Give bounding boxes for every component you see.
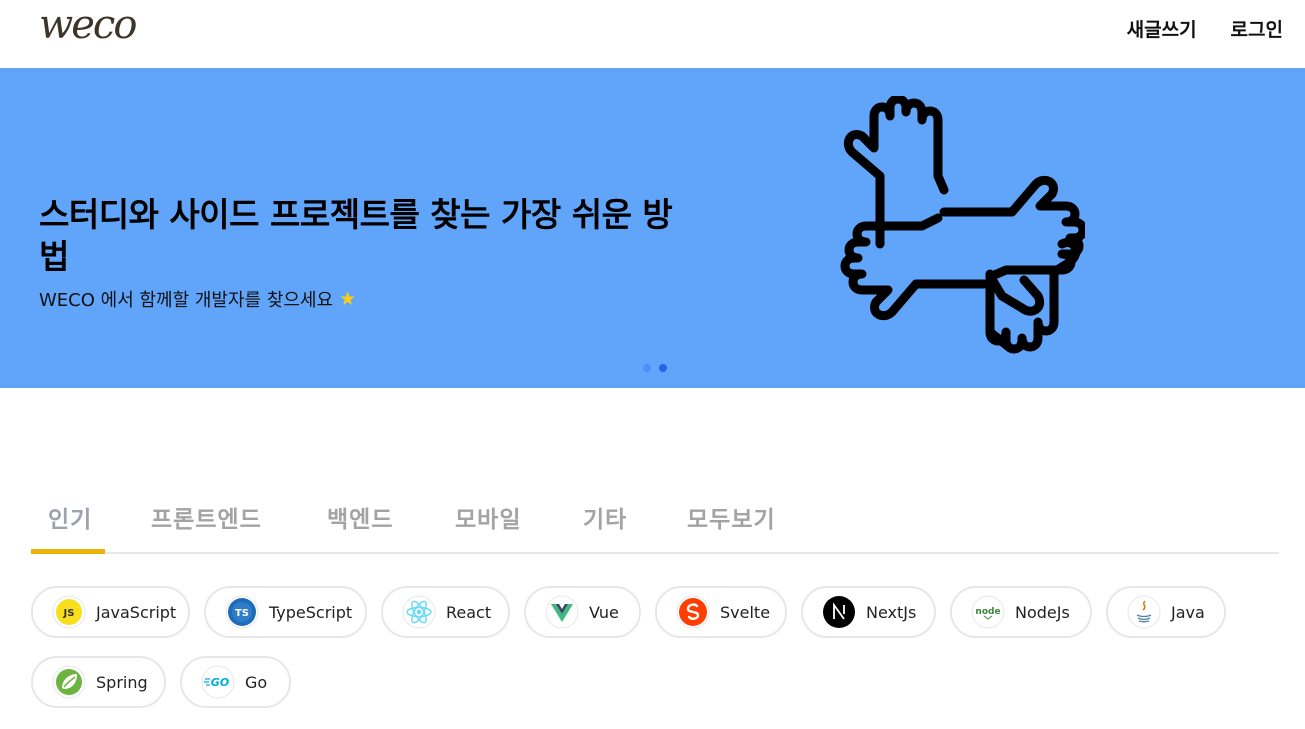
nodejs-icon: node bbox=[971, 595, 1005, 629]
active-tab-underline bbox=[31, 549, 105, 554]
stack-chip-java[interactable]: Java bbox=[1106, 586, 1226, 638]
tab-backend[interactable]: 백엔드 bbox=[327, 500, 393, 534]
stack-chip-go[interactable]: GO Go bbox=[180, 656, 291, 708]
top-header: weco 새글쓰기 로그인 bbox=[0, 0, 1305, 68]
stack-label: NextJs bbox=[866, 602, 917, 622]
carousel-dot-2[interactable] bbox=[659, 364, 667, 372]
java-icon bbox=[1127, 595, 1161, 629]
svg-text:GO: GO bbox=[211, 676, 229, 689]
tab-frontend[interactable]: 프론트엔드 bbox=[151, 500, 262, 534]
svg-text:JS: JS bbox=[63, 608, 75, 619]
svg-text:TS: TS bbox=[235, 608, 249, 619]
tab-mobile[interactable]: 모바일 bbox=[455, 500, 521, 534]
spring-icon bbox=[52, 665, 86, 699]
stack-chip-javascript[interactable]: JS JavaScript bbox=[31, 586, 190, 638]
stack-label: NodeJs bbox=[1015, 602, 1070, 622]
top-nav: 새글쓰기 로그인 bbox=[1127, 15, 1283, 42]
stack-chip-react[interactable]: React bbox=[381, 586, 510, 638]
nextjs-icon bbox=[823, 596, 855, 628]
stack-chip-vue[interactable]: Vue bbox=[524, 586, 641, 638]
vue-icon bbox=[545, 595, 579, 629]
typescript-icon: TS bbox=[225, 595, 259, 629]
javascript-icon: JS bbox=[52, 595, 86, 629]
stack-label: Vue bbox=[589, 602, 619, 622]
svelte-icon bbox=[676, 595, 710, 629]
go-icon: GO bbox=[201, 665, 235, 699]
stack-label: Svelte bbox=[720, 602, 771, 622]
stack-label: Spring bbox=[96, 672, 148, 692]
stack-chip-typescript[interactable]: TS TypeScript bbox=[204, 586, 367, 638]
category-tabs: 인기 프론트엔드 백엔드 모바일 기타 모두보기 bbox=[31, 494, 1279, 554]
stack-chip-nodejs[interactable]: node NodeJs bbox=[950, 586, 1092, 638]
stack-label: Java bbox=[1171, 602, 1205, 622]
carousel-dot-1[interactable] bbox=[643, 364, 651, 372]
banner-subtitle: WECO 에서 함께할 개발자를 찾으세요 bbox=[39, 290, 334, 311]
stack-chip-svelte[interactable]: Svelte bbox=[655, 586, 787, 638]
tab-all[interactable]: 모두보기 bbox=[687, 500, 776, 534]
stack-label: JavaScript bbox=[96, 602, 177, 622]
tab-etc[interactable]: 기타 bbox=[583, 500, 627, 534]
stack-label: React bbox=[446, 602, 492, 622]
stack-label: Go bbox=[245, 672, 268, 692]
write-post-link[interactable]: 새글쓰기 bbox=[1127, 15, 1197, 42]
carousel-dots bbox=[643, 364, 667, 372]
react-icon bbox=[402, 595, 436, 629]
banner-title: 스터디와 사이드 프로젝트를 찾는 가장 쉬운 방법 bbox=[39, 195, 673, 276]
stack-chip-nextjs[interactable]: NextJs bbox=[801, 586, 936, 638]
weco-logo[interactable]: weco bbox=[39, 2, 137, 48]
hero-banner: 스터디와 사이드 프로젝트를 찾는 가장 쉬운 방법 WECO 에서 함께할 개… bbox=[0, 68, 1305, 388]
login-link[interactable]: 로그인 bbox=[1231, 15, 1283, 42]
tab-popular[interactable]: 인기 bbox=[48, 500, 92, 534]
hands-together-icon bbox=[840, 96, 1085, 354]
star-icon: ★ bbox=[339, 288, 357, 310]
stack-label: TypeScript bbox=[269, 602, 353, 622]
stack-chip-spring[interactable]: Spring bbox=[31, 656, 166, 708]
svg-text:node: node bbox=[975, 607, 1000, 617]
banner-subtitle-row: WECO 에서 함께할 개발자를 찾으세요 ★ bbox=[39, 286, 356, 312]
